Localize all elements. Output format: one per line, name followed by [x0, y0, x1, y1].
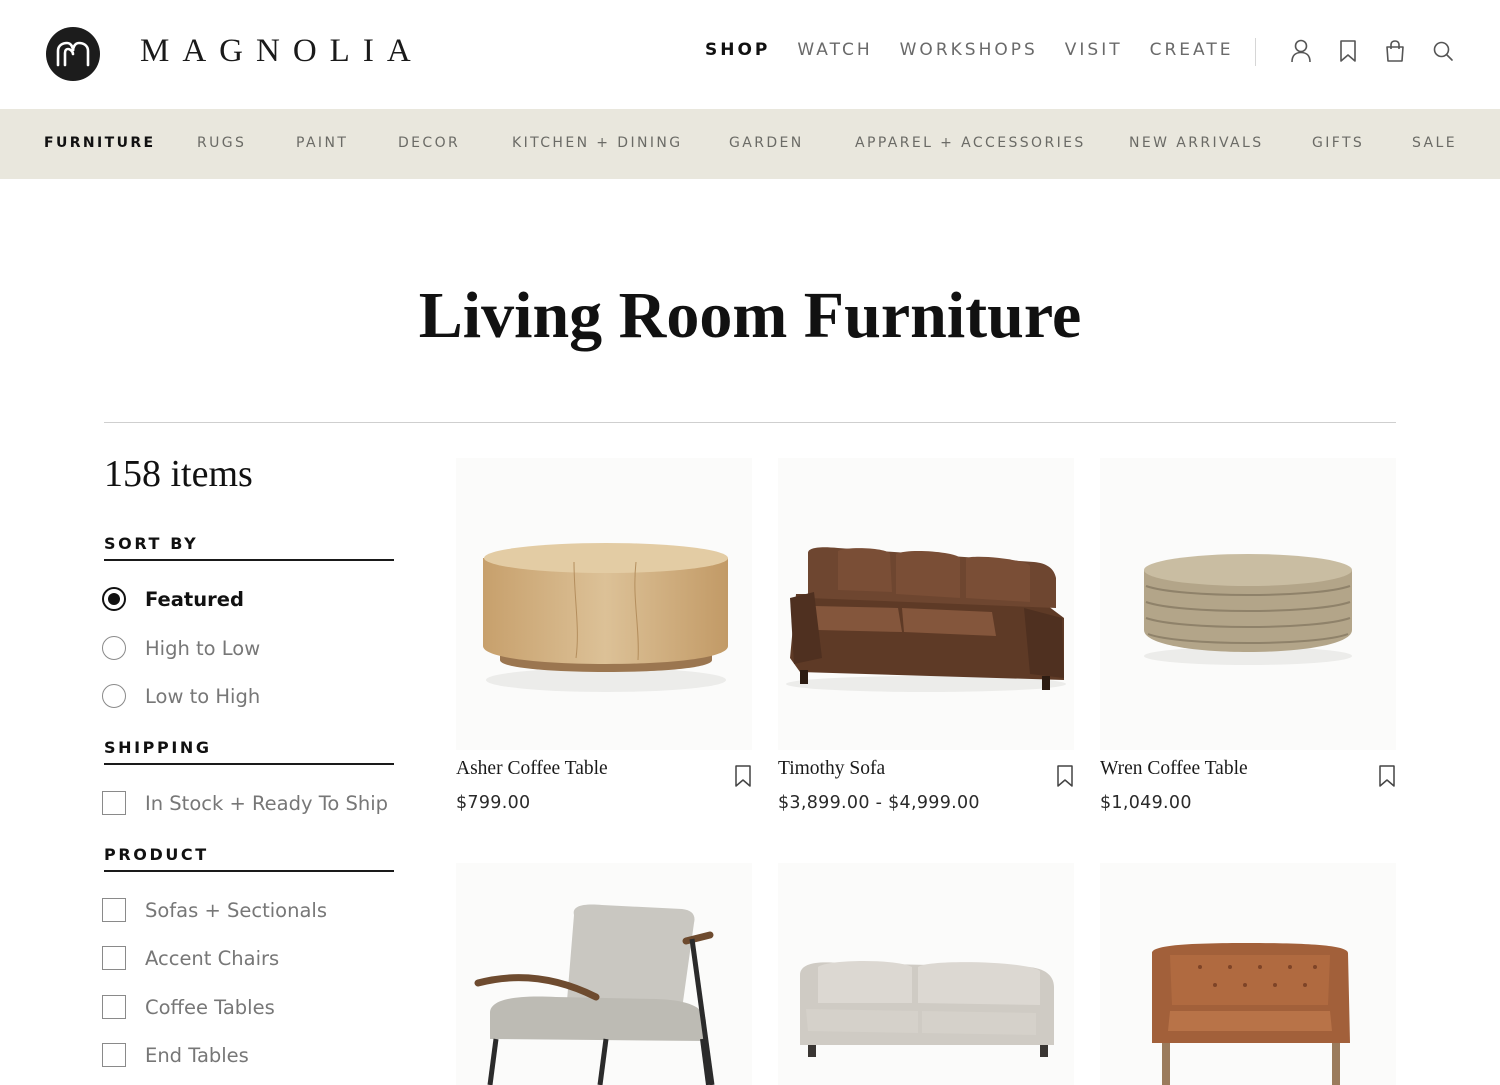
main-nav: SHOP WATCH WORKSHOPS VISIT CREATE [705, 40, 1260, 60]
filter-option-label: Accent Chairs [145, 946, 280, 970]
magnolia-logo-icon[interactable] [46, 27, 100, 81]
product-image[interactable] [456, 863, 752, 1085]
category-paint[interactable]: PAINT [296, 135, 348, 151]
category-kitchen-dining[interactable]: KITCHEN + DINING [512, 135, 683, 151]
checkbox[interactable] [102, 791, 126, 815]
category-apparel-accessories[interactable]: APPAREL + ACCESSORIES [855, 135, 1086, 151]
product-heading: PRODUCT [104, 845, 394, 872]
sort-option-label: Featured [145, 587, 244, 611]
page-title: Living Room Furniture [418, 279, 1082, 352]
title-divider [104, 422, 1396, 423]
sort-option-label: High to Low [145, 636, 261, 660]
sort-option-high-to-low[interactable]: High to Low [102, 636, 260, 660]
product-price: $3,899.00 - $4,999.00 [778, 793, 980, 813]
item-count: 158 items [104, 453, 253, 495]
category-decor[interactable]: DECOR [398, 135, 460, 151]
category-rugs[interactable]: RUGS [197, 135, 246, 151]
product-image[interactable] [1100, 458, 1396, 750]
product-price: $799.00 [456, 793, 531, 813]
filter-sofas-sectionals[interactable]: Sofas + Sectionals [102, 898, 327, 922]
account-icon[interactable] [1288, 38, 1314, 64]
product-price: $1,049.00 [1100, 793, 1192, 813]
product-card[interactable]: Asher Coffee Table $799.00 [456, 458, 752, 818]
nav-create[interactable]: CREATE [1150, 40, 1234, 60]
shipping-heading: SHIPPING [104, 738, 394, 765]
category-gifts[interactable]: GIFTS [1312, 135, 1364, 151]
product-image[interactable] [456, 458, 752, 750]
search-icon[interactable] [1430, 38, 1456, 64]
product-name[interactable]: Asher Coffee Table [456, 758, 608, 780]
category-bar: FURNITURE RUGS PAINT DECOR KITCHEN + DIN… [0, 109, 1500, 179]
checkbox[interactable] [102, 1043, 126, 1067]
category-garden[interactable]: GARDEN [729, 135, 804, 151]
brand-wordmark[interactable]: MAGNOLIA [140, 33, 424, 70]
nav-workshops[interactable]: WORKSHOPS [900, 40, 1038, 60]
site-header: MAGNOLIA SHOP WATCH WORKSHOPS VISIT CREA… [0, 0, 1500, 109]
checkbox[interactable] [102, 946, 126, 970]
filter-option-label: In Stock + Ready To Ship [145, 791, 389, 815]
filter-end-tables[interactable]: End Tables [102, 1043, 249, 1067]
category-furniture[interactable]: FURNITURE [44, 135, 156, 151]
product-card[interactable]: Timothy Sofa $3,899.00 - $4,999.00 [778, 458, 1074, 818]
checkbox[interactable] [102, 898, 126, 922]
product-name[interactable]: Timothy Sofa [778, 758, 885, 780]
bookmark-icon[interactable] [734, 764, 752, 788]
bookmark-icon[interactable] [1335, 38, 1361, 64]
product-image[interactable] [1100, 863, 1396, 1085]
sort-option-low-to-high[interactable]: Low to High [102, 684, 260, 708]
category-new-arrivals[interactable]: NEW ARRIVALS [1129, 135, 1264, 151]
bookmark-icon[interactable] [1378, 764, 1396, 788]
bag-icon[interactable] [1382, 38, 1408, 64]
sort-option-featured[interactable]: Featured [102, 587, 244, 611]
product-image[interactable] [778, 863, 1074, 1085]
filter-in-stock[interactable]: In Stock + Ready To Ship [102, 791, 388, 815]
nav-divider [1255, 38, 1256, 66]
category-sale[interactable]: SALE [1412, 135, 1457, 151]
nav-visit[interactable]: VISIT [1065, 40, 1123, 60]
sort-by-heading: SORT BY [104, 534, 394, 561]
filter-option-label: End Tables [145, 1043, 249, 1067]
nav-watch[interactable]: WATCH [797, 40, 872, 60]
filter-option-label: Sofas + Sectionals [145, 898, 327, 922]
product-name[interactable]: Wren Coffee Table [1100, 758, 1248, 780]
filter-accent-chairs[interactable]: Accent Chairs [102, 946, 279, 970]
nav-shop[interactable]: SHOP [705, 40, 770, 60]
filter-option-label: Coffee Tables [145, 995, 275, 1019]
radio-button[interactable] [102, 587, 126, 611]
checkbox[interactable] [102, 995, 126, 1019]
filter-coffee-tables[interactable]: Coffee Tables [102, 995, 275, 1019]
sort-option-label: Low to High [145, 684, 261, 708]
radio-button[interactable] [102, 636, 126, 660]
product-image[interactable] [778, 458, 1074, 750]
product-card[interactable]: Wren Coffee Table $1,049.00 [1100, 458, 1396, 818]
bookmark-icon[interactable] [1056, 764, 1074, 788]
radio-button[interactable] [102, 684, 126, 708]
